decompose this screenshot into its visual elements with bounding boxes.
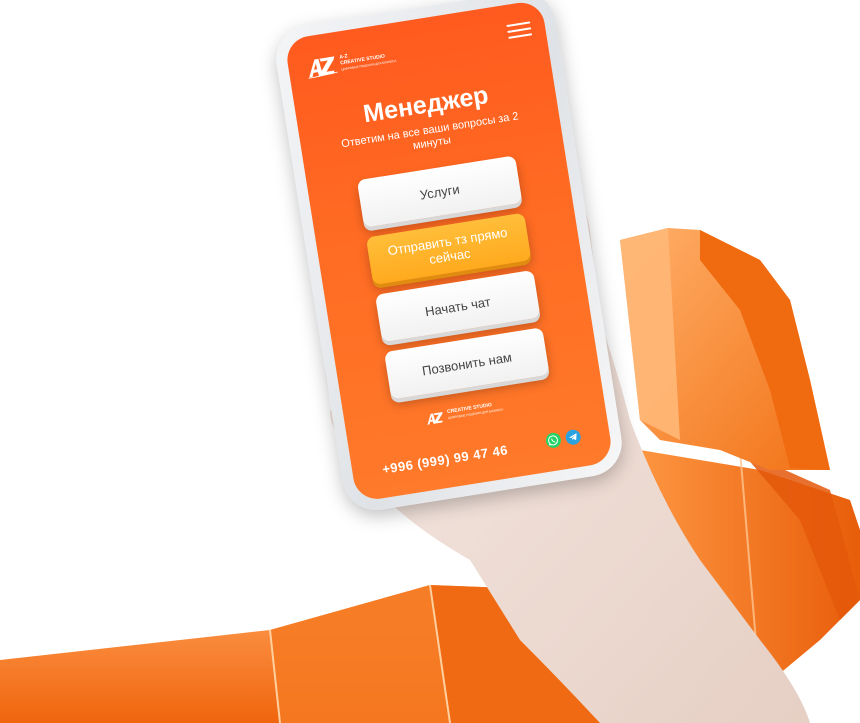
hamburger-icon[interactable] — [506, 21, 533, 41]
brand-logo[interactable]: A-Z CREATIVE STUDIO ЦИФРОВЫЕ РЕШЕНИЯ ДЛЯ… — [305, 45, 397, 80]
footer-logo-text: CREATIVE STUDIO ЦИФРОВЫЕ РЕШЕНИЯ ДЛЯ БИЗ… — [447, 400, 504, 421]
telegram-icon[interactable] — [564, 428, 582, 446]
brand-logo-text: A-Z CREATIVE STUDIO ЦИФРОВЫЕ РЕШЕНИЯ ДЛЯ… — [339, 46, 397, 72]
phone-number-link[interactable]: +996 (999) 99 47 46 — [381, 442, 509, 477]
az-footer-logo-icon — [424, 410, 446, 425]
promo-stage: A-Z CREATIVE STUDIO ЦИФРОВЫЕ РЕШЕНИЯ ДЛЯ… — [0, 0, 860, 723]
whatsapp-icon[interactable] — [544, 431, 562, 449]
footer-logo: CREATIVE STUDIO ЦИФРОВЫЕ РЕШЕНИЯ ДЛЯ БИЗ… — [424, 400, 504, 425]
az-logo-icon — [305, 54, 338, 80]
